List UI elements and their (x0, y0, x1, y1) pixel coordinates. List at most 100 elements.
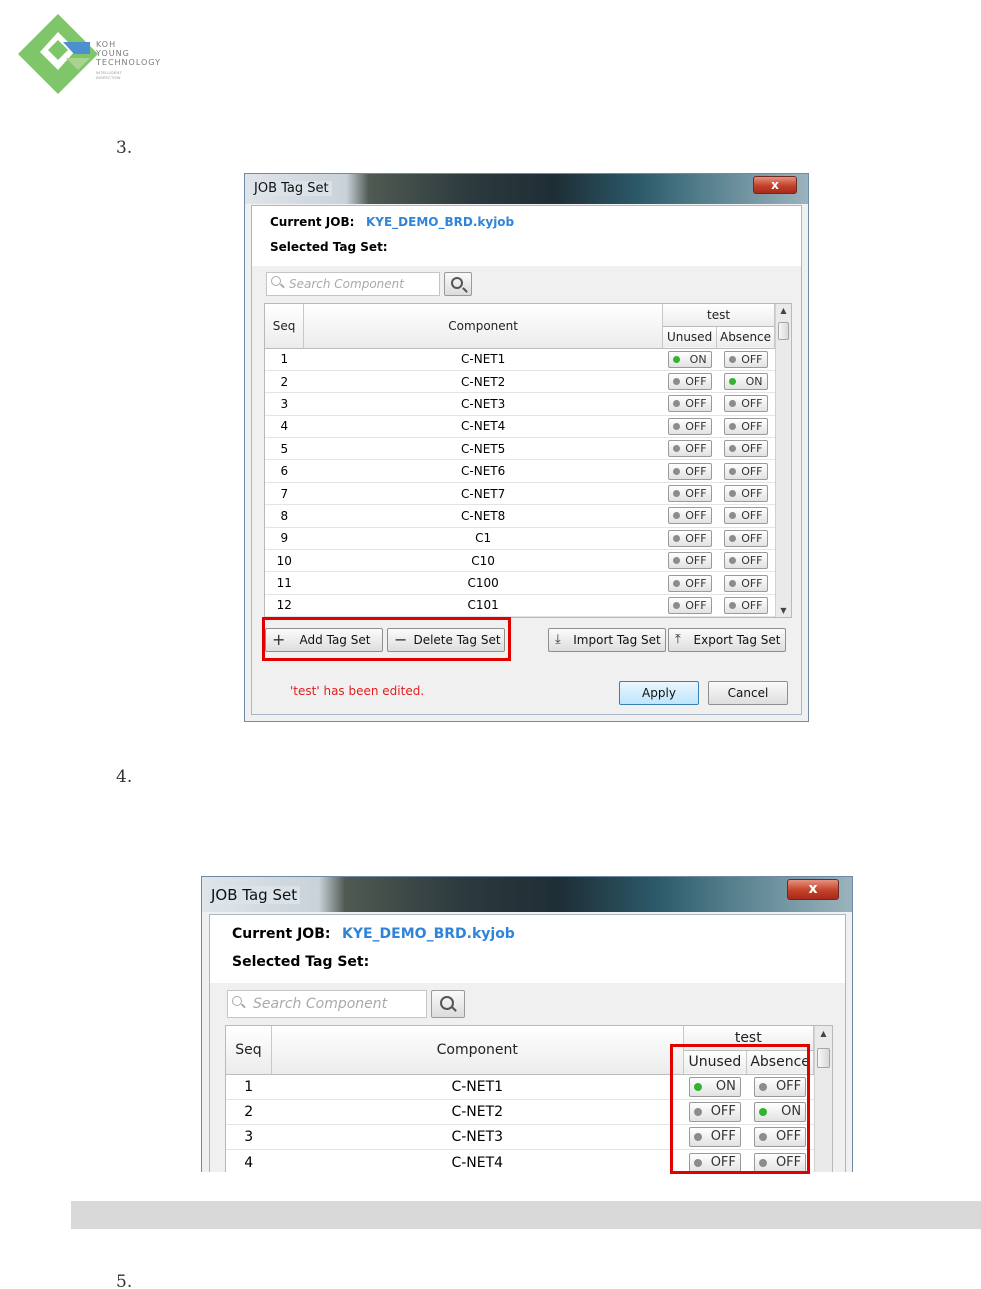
table-row[interactable]: 5 C-NET5 OFF OFF (265, 437, 775, 461)
component-cell: C-NET3 (303, 392, 663, 416)
absence-toggle-label: OFF (741, 554, 763, 568)
unused-toggle[interactable]: OFF (667, 417, 712, 435)
absence-toggle[interactable]: OFF (723, 596, 768, 614)
unused-cell: OFF (662, 370, 717, 394)
table-row[interactable]: 3 C-NET3 OFF OFF (265, 392, 775, 416)
logo-mark-icon (18, 14, 98, 94)
unused-toggle[interactable]: OFF (667, 485, 712, 503)
unused-header[interactable]: Unused (662, 326, 718, 349)
dialog-title: JOB Tag Set (208, 886, 301, 904)
seq-cell: 3 (226, 1124, 272, 1151)
unused-toggle[interactable]: OFF (667, 373, 712, 391)
cancel-button[interactable]: Cancel (708, 681, 788, 705)
table-row[interactable]: 4 C-NET4 OFF OFF (265, 415, 775, 439)
unused-toggle[interactable]: OFF (667, 395, 712, 413)
export-tag-set-button[interactable]: ⤒ Export Tag Set (668, 628, 786, 652)
unused-toggle[interactable]: ON (667, 350, 712, 368)
component-header[interactable]: Component (271, 1026, 684, 1075)
current-job-value: KYE_DEMO_BRD.kyjob (342, 926, 515, 942)
absence-toggle[interactable]: OFF (723, 574, 768, 592)
scrollbar-thumb[interactable] (778, 322, 789, 340)
unused-toggle[interactable]: OFF (667, 596, 712, 614)
absence-toggle-label: ON (745, 375, 763, 389)
table-row[interactable]: 12 C101 OFF OFF (265, 594, 775, 617)
logo-tagline: INTELLIGENT INSPECTION (96, 70, 122, 80)
status-off-dot-icon (672, 512, 680, 520)
scrollbar-thumb[interactable] (817, 1048, 830, 1068)
component-cell: C-NET7 (303, 482, 663, 506)
current-job-label: Current JOB: (270, 215, 355, 229)
table-row[interactable]: 8 C-NET8 OFF OFF (265, 504, 775, 528)
import-icon: ⤓ (555, 632, 561, 647)
absence-toggle-label: OFF (741, 487, 763, 501)
magnifier-icon (440, 996, 454, 1010)
status-off-dot-icon (672, 490, 680, 498)
absence-toggle[interactable]: OFF (723, 507, 768, 525)
separator-bar (71, 1201, 981, 1229)
vertical-scrollbar[interactable]: ▲ ▼ (775, 304, 791, 617)
unused-toggle[interactable]: OFF (667, 462, 712, 480)
unused-toggle[interactable]: OFF (667, 552, 712, 570)
apply-button[interactable]: Apply (619, 681, 699, 705)
tag-set-header[interactable]: test (662, 304, 775, 327)
seq-cell: 4 (226, 1149, 272, 1172)
unused-toggle-label: ON (689, 352, 707, 366)
import-tag-set-button[interactable]: ⤓ Import Tag Set (548, 628, 666, 652)
close-button[interactable]: x (753, 176, 797, 194)
absence-toggle[interactable]: OFF (723, 552, 768, 570)
unused-cell: OFF (662, 549, 717, 573)
unused-toggle[interactable]: OFF (667, 507, 712, 525)
table-row[interactable]: 10 C10 OFF OFF (265, 549, 775, 573)
absence-toggle[interactable]: OFF (723, 485, 768, 503)
scroll-up-arrow-icon[interactable]: ▲ (815, 1029, 832, 1038)
table-row[interactable]: 1 C-NET1 ON OFF (265, 348, 775, 371)
job-info-panel: Current JOB: KYE_DEMO_BRD.kyjob Selected… (252, 206, 801, 266)
status-off-dot-icon (672, 579, 680, 587)
scroll-down-arrow-icon[interactable]: ▼ (776, 606, 791, 615)
absence-toggle[interactable]: ON (723, 373, 768, 391)
seq-cell: 10 (265, 549, 304, 573)
search-button[interactable] (444, 272, 472, 296)
absence-toggle[interactable]: OFF (723, 440, 768, 458)
logo-wordmark: KOH YOUNG TECHNOLOGY (96, 40, 161, 67)
absence-cell: OFF (716, 549, 775, 573)
unused-toggle[interactable]: OFF (667, 440, 712, 458)
absence-toggle-label: OFF (741, 397, 763, 411)
seq-header[interactable]: Seq (265, 304, 305, 349)
absence-cell: ON (716, 370, 775, 394)
table-row[interactable]: 7 C-NET7 OFF OFF (265, 482, 775, 506)
vertical-scrollbar[interactable]: ▲ (814, 1026, 832, 1172)
absence-cell: OFF (716, 482, 775, 506)
search-input[interactable]: Search Component (227, 990, 427, 1018)
component-header[interactable]: Component (303, 304, 664, 349)
seq-cell: 12 (265, 594, 304, 617)
unused-cell: OFF (662, 571, 717, 595)
search-input[interactable]: Search Component (266, 272, 440, 296)
unused-toggle[interactable]: OFF (667, 574, 712, 592)
search-icon (271, 276, 281, 286)
absence-cell: OFF (716, 527, 775, 551)
absence-toggle[interactable]: OFF (723, 350, 768, 368)
job-info-panel: Current JOB: KYE_DEMO_BRD.kyjob Selected… (210, 915, 845, 983)
status-off-dot-icon (672, 557, 680, 565)
absence-cell: OFF (716, 459, 775, 483)
table-row[interactable]: 11 C100 OFF OFF (265, 571, 775, 595)
absence-toggle[interactable]: OFF (723, 529, 768, 547)
close-button[interactable]: x (787, 879, 839, 900)
component-cell: C101 (303, 594, 663, 617)
scroll-up-arrow-icon[interactable]: ▲ (776, 306, 791, 315)
unused-toggle[interactable]: OFF (667, 529, 712, 547)
table-row[interactable]: 6 C-NET6 OFF OFF (265, 459, 775, 483)
search-button[interactable] (431, 990, 465, 1018)
seq-cell: 3 (265, 392, 304, 416)
absence-toggle[interactable]: OFF (723, 462, 768, 480)
step-number-4: 4. (116, 767, 133, 787)
absence-toggle[interactable]: OFF (723, 417, 768, 435)
table-row[interactable]: 9 C1 OFF OFF (265, 527, 775, 551)
table-row[interactable]: 2 C-NET2 OFF ON (265, 370, 775, 394)
status-message: 'test' has been edited. (290, 684, 425, 698)
absence-toggle[interactable]: OFF (723, 395, 768, 413)
status-off-dot-icon (728, 557, 736, 565)
seq-header[interactable]: Seq (226, 1026, 272, 1075)
absence-header[interactable]: Absence (716, 326, 775, 349)
